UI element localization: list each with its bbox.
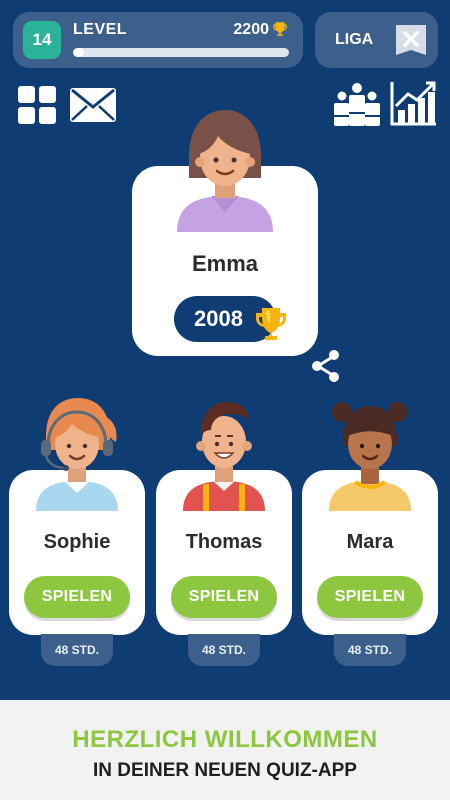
welcome-subtitle: IN DEINER NEUEN QUIZ-APP: [93, 760, 357, 781]
welcome-banner: HERZLICH WILLKOMMEN IN DEINER NEUEN QUIZ…: [0, 700, 450, 800]
league-label: LIGA: [335, 31, 374, 48]
league-button[interactable]: LIGA: [315, 12, 438, 68]
grid-icon[interactable]: [18, 86, 56, 124]
level-number-badge: 14: [23, 21, 61, 59]
player-avatar: [177, 110, 273, 232]
opponent-name-sophie: Sophie: [43, 531, 111, 553]
level-progress-bar: [73, 48, 289, 57]
welcome-title: HERZLICH WILLKOMMEN: [72, 726, 378, 753]
time-remaining-mara: 48 STD.: [334, 634, 406, 666]
level-label: LEVEL: [73, 21, 128, 38]
ranking-icon[interactable]: [332, 82, 382, 126]
share-icon[interactable]: [310, 349, 342, 383]
level-panel[interactable]: 14 LEVEL 2200: [13, 12, 303, 68]
level-progress-fill: [73, 48, 84, 57]
opponent-name-thomas: Thomas: [185, 531, 263, 553]
opponent-name-mara: Mara: [346, 531, 394, 553]
stats-icon[interactable]: [390, 80, 438, 126]
time-remaining-thomas: 48 STD.: [188, 634, 260, 666]
opponent-avatar-mara: [329, 402, 411, 511]
trophy-icon: [256, 308, 286, 340]
play-button-thomas[interactable]: SPIELEN: [171, 576, 277, 618]
opponent-avatar-thomas: [183, 402, 265, 511]
play-button-sophie[interactable]: SPIELEN: [24, 576, 130, 618]
points-count: 2200: [233, 21, 269, 38]
player-name: Emma: [191, 251, 259, 276]
league-badge-icon: [396, 25, 426, 55]
mail-icon[interactable]: [70, 88, 116, 122]
trophy-icon: [273, 22, 287, 36]
play-button-mara[interactable]: SPIELEN: [317, 576, 423, 618]
opponent-avatar-sophie: [36, 398, 118, 511]
time-remaining-sophie: 48 STD.: [41, 634, 113, 666]
